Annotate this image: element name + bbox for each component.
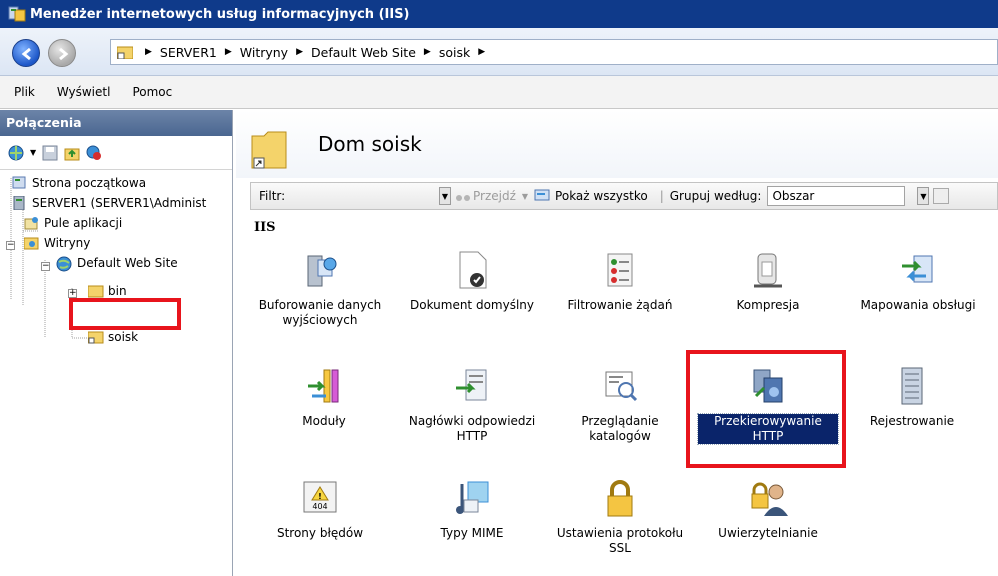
show-all-icon (534, 189, 550, 201)
chevron-right-icon: ▶ (145, 47, 152, 57)
iis-manager-icon (8, 5, 26, 23)
chevron-right-icon: ▶ (296, 47, 304, 57)
tree-item-start-page[interactable]: Strona początkowa (12, 176, 146, 190)
breadcrumb-item-soisk[interactable]: soisk ▶ (439, 45, 493, 60)
modules-icon (304, 366, 344, 406)
breadcrumb-item-default-site[interactable]: Default Web Site ▶ (311, 45, 439, 60)
group-by-label: Grupuj według: (669, 189, 762, 203)
feature-authentication[interactable]: Uwierzytelnianie (698, 478, 838, 541)
filter-dropdown[interactable]: ▼ (439, 187, 451, 205)
lock-icon (600, 478, 640, 518)
forward-arrow-icon (59, 47, 69, 61)
tree-item-soisk[interactable]: soisk (87, 330, 139, 344)
chevron-right-icon: ▶ (478, 47, 486, 57)
view-mode-icon[interactable] (933, 188, 950, 204)
save-icon[interactable] (42, 145, 58, 161)
request-filtering-icon (600, 250, 640, 290)
menu-bar: Plik Wyświetl Pomoc (0, 76, 998, 109)
feature-modules[interactable]: Moduły (254, 366, 394, 429)
forward-button[interactable] (48, 39, 76, 67)
output-caching-icon (300, 250, 340, 290)
go-button[interactable]: Przejdź ▼ (455, 189, 528, 203)
tree-item-app-pools[interactable]: Pule aplikacji (24, 216, 122, 230)
chevron-down-icon[interactable]: ▼ (30, 148, 36, 157)
tree-expander-default-web-site[interactable]: − (41, 262, 50, 271)
directory-browsing-icon (600, 366, 640, 406)
show-all-button[interactable]: Pokaż wszystko (534, 189, 648, 203)
folder-shortcut-icon (250, 128, 290, 172)
up-folder-icon[interactable] (64, 145, 80, 161)
breadcrumb-item-sites[interactable]: Witryny ▶ (240, 45, 311, 60)
feature-error-pages[interactable]: ! 404 Strony błędów (250, 478, 390, 541)
window-title: Menedżer internetowych usług informacyjn… (30, 6, 410, 22)
content-header: Dom soisk (236, 110, 998, 178)
breadcrumb-separator[interactable]: ▶ (141, 47, 160, 57)
menu-view[interactable]: Wyświetl (57, 85, 111, 99)
feature-default-document[interactable]: Dokument domyślny (402, 250, 542, 313)
folder-shortcut-icon (87, 330, 104, 344)
tree-item-server[interactable]: SERVER1 (SERVER1\Administ (12, 195, 206, 211)
breadcrumb-item-server[interactable]: SERVER1 ▶ (160, 45, 240, 60)
menu-file[interactable]: Plik (14, 85, 35, 99)
feature-ssl-settings[interactable]: Ustawienia protokołu SSL (550, 478, 690, 556)
folder-icon (87, 284, 104, 298)
svg-text:404: 404 (312, 502, 327, 511)
handler-mappings-icon (898, 250, 938, 290)
content-pane: Dom soisk Filtr: ▼ Przejdź ▼ Pokaż wszys… (236, 110, 998, 576)
feature-http-response-headers[interactable]: Nagłówki odpowiedzi HTTP (402, 366, 542, 444)
folder-shortcut-icon (116, 45, 134, 60)
menu-help[interactable]: Pomoc (132, 85, 172, 99)
tree-item-default-web-site[interactable]: Default Web Site (55, 256, 178, 272)
section-header-iis: IIS (254, 220, 276, 235)
breadcrumb[interactable]: ▶ SERVER1 ▶ Witryny ▶ Default Web Site ▶ so… (110, 39, 998, 65)
chevron-down-icon: ▼ (521, 191, 529, 201)
feature-request-filtering[interactable]: Filtrowanie żądań (550, 250, 690, 313)
tree-expander-sites[interactable]: − (6, 241, 15, 250)
logging-icon (892, 366, 932, 406)
sites-folder-icon (23, 236, 40, 250)
connections-toolbar: ▼ (0, 136, 232, 170)
back-button[interactable] (12, 39, 40, 67)
group-by-dropdown[interactable]: ▼ (917, 187, 930, 205)
tree-item-sites[interactable]: Witryny (23, 236, 90, 250)
tree-item-bin[interactable]: bin (87, 284, 127, 298)
feature-compression[interactable]: Kompresja (698, 250, 838, 313)
http-headers-icon (452, 366, 492, 406)
window-titlebar: Menedżer internetowych usług informacyjn… (0, 0, 998, 28)
address-bar: ▶ SERVER1 ▶ Witryny ▶ Default Web Site ▶ so… (0, 28, 998, 76)
chevron-right-icon: ▶ (423, 47, 431, 57)
page-title: Dom soisk (318, 132, 422, 156)
feature-logging[interactable]: Rejestrowanie (842, 366, 982, 429)
feature-mime-types[interactable]: Typy MIME (402, 478, 542, 541)
feature-output-caching[interactable]: Buforowanie danych wyjściowych (250, 250, 390, 328)
error-pages-icon: ! 404 (300, 478, 340, 518)
connections-pane: Połączenia ▼ Strona początkowa SERVER1 (… (0, 110, 233, 576)
http-redirect-icon (748, 366, 788, 406)
chevron-right-icon: ▶ (224, 47, 232, 57)
feature-directory-browsing[interactable]: Przeglądanie katalogów (550, 366, 690, 444)
start-page-icon (12, 176, 28, 190)
app-pool-icon (24, 216, 40, 230)
binoculars-icon (456, 195, 470, 201)
disconnect-icon[interactable] (86, 145, 102, 161)
compression-clamp-icon (748, 250, 788, 290)
authentication-user-icon (748, 478, 788, 518)
mime-types-icon (452, 478, 492, 518)
server-icon (12, 195, 28, 211)
tree-expander-bin[interactable]: + (68, 289, 77, 298)
filter-label: Filtr: (259, 189, 286, 203)
group-by-select[interactable]: Obszar (767, 186, 906, 206)
filter-bar: Filtr: ▼ Przejdź ▼ Pokaż wszystko | Grup… (250, 182, 998, 210)
connections-title: Połączenia (0, 110, 232, 136)
back-arrow-icon (21, 47, 31, 61)
connect-globe-icon[interactable] (8, 145, 24, 161)
separator: | (659, 189, 664, 203)
default-document-icon (452, 250, 492, 290)
svg-text:!: ! (318, 492, 322, 501)
globe-icon (55, 256, 73, 272)
feature-handler-mappings[interactable]: Mapowania obsługi (848, 250, 988, 313)
feature-http-redirect[interactable]: Przekierowywanie HTTP (697, 366, 839, 445)
